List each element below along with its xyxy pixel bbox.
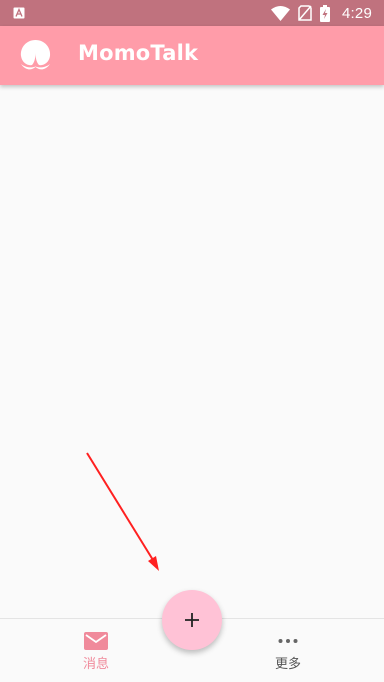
- notification-a-icon: [13, 7, 25, 19]
- nav-item-more[interactable]: 更多: [223, 619, 353, 682]
- app-bar: MomoTalk: [0, 26, 384, 85]
- nav-label-more: 更多: [274, 657, 301, 672]
- status-icons: 4:29: [271, 0, 372, 26]
- add-chat-button[interactable]: [162, 590, 222, 650]
- wifi-icon: [271, 5, 290, 21]
- conversation-list: [0, 85, 384, 618]
- no-signal-icon: [298, 5, 312, 21]
- plus-icon: [185, 613, 199, 627]
- battery-charging-icon: [320, 4, 330, 22]
- nav-label-messages: 消息: [82, 657, 109, 672]
- peach-icon: [20, 40, 51, 70]
- status-time: 4:29: [342, 4, 372, 22]
- app-screen: 4:29 MomoTalk 消息 更多: [0, 0, 384, 682]
- app-title: MomoTalk: [78, 41, 199, 65]
- nav-item-messages[interactable]: 消息: [31, 619, 161, 682]
- more-dots-icon: [278, 639, 298, 643]
- mail-icon: [84, 632, 108, 650]
- status-bar: 4:29: [0, 0, 384, 26]
